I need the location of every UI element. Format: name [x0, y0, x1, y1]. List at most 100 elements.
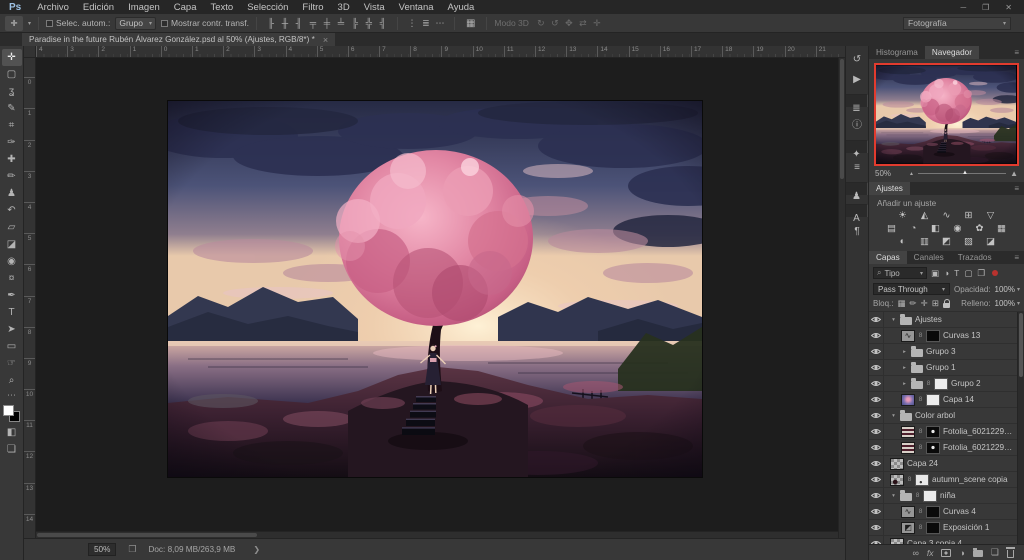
- lock-all-icon[interactable]: [943, 303, 950, 308]
- adjustment-icon[interactable]: ◧: [929, 223, 942, 234]
- expand-arrow-icon[interactable]: [901, 349, 908, 355]
- adjustment-icon[interactable]: ▨: [962, 236, 975, 247]
- visibility-eye-icon[interactable]: [869, 360, 884, 375]
- mode-3d-icon[interactable]: ↺: [548, 18, 562, 29]
- align-icon[interactable]: ╫: [278, 18, 292, 28]
- panel-actions-icon[interactable]: ▶: [846, 74, 868, 85]
- edit-toolbar-icon[interactable]: ⋯: [7, 389, 16, 401]
- layer-name[interactable]: Fotolia_60212296_L copia: [943, 427, 1016, 436]
- visibility-eye-icon[interactable]: [869, 344, 884, 359]
- mask-link-icon[interactable]: 8: [918, 332, 923, 339]
- visibility-eye-icon[interactable]: [869, 408, 884, 423]
- layer-thumbnail[interactable]: [901, 426, 915, 438]
- mask-link-icon[interactable]: 8: [918, 508, 923, 515]
- layer-fotolia-copia[interactable]: 8 Fotolia_60212296_L copia: [869, 424, 1024, 440]
- blend-mode-dropdown[interactable]: Pass Through: [873, 283, 950, 295]
- visibility-eye-icon[interactable]: [869, 488, 884, 503]
- add-layer-mask-icon[interactable]: [941, 549, 951, 557]
- checkbox-icon[interactable]: [46, 20, 53, 27]
- tool-lasso[interactable]: ʓ: [2, 83, 22, 100]
- adjustment-icon[interactable]: ◭: [918, 210, 931, 221]
- mask-link-icon[interactable]: 8: [918, 524, 923, 531]
- expand-arrow-icon[interactable]: [901, 381, 908, 387]
- tab-ajustes[interactable]: Ajustes: [869, 182, 910, 195]
- layer-thumbnail[interactable]: [900, 413, 912, 421]
- layer-mask-thumbnail[interactable]: [926, 442, 940, 454]
- mask-link-icon[interactable]: 8: [918, 396, 923, 403]
- visibility-eye-icon[interactable]: [869, 424, 884, 439]
- layer-thumbnail[interactable]: [901, 506, 915, 518]
- navigator-proxy-view[interactable]: [874, 63, 1019, 166]
- slider-thumb[interactable]: ▲: [962, 170, 968, 176]
- layer-name[interactable]: Ajustes: [915, 315, 1016, 324]
- layer-name[interactable]: Capa 24: [907, 459, 1016, 468]
- visibility-eye-icon[interactable]: [869, 456, 884, 471]
- layer-thumbnail[interactable]: [900, 317, 912, 325]
- layer-mask-thumbnail[interactable]: [926, 394, 940, 406]
- tool-shape[interactable]: ▭: [2, 338, 22, 355]
- panel-history-icon[interactable]: ↺: [846, 54, 868, 65]
- panel-properties-icon[interactable]: ≣: [846, 94, 868, 107]
- tool-blur[interactable]: ◉: [2, 253, 22, 270]
- tab-close-icon[interactable]: ×: [323, 35, 328, 45]
- tool-pen[interactable]: ✒: [2, 287, 22, 304]
- layer-grupo-3[interactable]: 8 Grupo 3: [869, 344, 1024, 360]
- document-viewport[interactable]: [36, 58, 845, 538]
- navigator-zoom-value[interactable]: 50%: [875, 169, 891, 178]
- layer-curvas-13[interactable]: 8 Curvas 13: [869, 328, 1024, 344]
- checkbox-icon[interactable]: [161, 20, 168, 27]
- layers-scrollbar[interactable]: [1017, 312, 1024, 544]
- panel-paragraph-icon[interactable]: ¶: [846, 226, 868, 237]
- panel-clone-source-icon[interactable]: ♟: [846, 182, 868, 195]
- layer-grupo-1[interactable]: 8 Grupo 1: [869, 360, 1024, 376]
- visibility-eye-icon[interactable]: [869, 440, 884, 455]
- layer-name[interactable]: Fotolia_60212296_L: [943, 443, 1016, 452]
- auto-select-dropdown[interactable]: Grupo: [115, 17, 156, 30]
- layer-mask-thumbnail[interactable]: [926, 522, 940, 534]
- layer-exposicion-1[interactable]: 8 Exposición 1: [869, 520, 1024, 536]
- foreground-color-swatch[interactable]: [3, 405, 14, 416]
- tab-trazados[interactable]: Trazados: [951, 251, 999, 264]
- align-icon[interactable]: ╧: [334, 18, 348, 28]
- align-icon[interactable]: ╤: [306, 18, 320, 28]
- panel-info-icon[interactable]: ⓘ: [846, 116, 868, 131]
- expand-arrow-icon[interactable]: [901, 365, 908, 371]
- visibility-eye-icon[interactable]: [869, 312, 884, 327]
- layer-curvas-4[interactable]: 8 Curvas 4: [869, 504, 1024, 520]
- tool-zoom[interactable]: ⌕: [2, 372, 22, 389]
- tool-healing-brush[interactable]: ✚: [2, 151, 22, 168]
- adjustment-icon[interactable]: ∿: [940, 210, 953, 221]
- align-icon[interactable]: ╬: [362, 18, 376, 28]
- doc-info-icon[interactable]: ❒: [128, 544, 136, 555]
- show-transform-checkbox[interactable]: Mostrar contr. transf.: [161, 18, 249, 28]
- new-group-icon[interactable]: [973, 550, 983, 557]
- ruler-origin[interactable]: [24, 46, 36, 58]
- navigator-zoom-slider[interactable]: ▲: [918, 173, 1006, 174]
- fill-dropdown[interactable]: 100%: [995, 299, 1020, 308]
- mode-3d-icon[interactable]: ↻: [534, 18, 548, 29]
- tool-gradient[interactable]: ◪: [2, 236, 22, 253]
- color-swatches[interactable]: [3, 405, 20, 422]
- mask-link-icon[interactable]: 8: [926, 380, 931, 387]
- layer-mask-thumbnail[interactable]: [915, 474, 929, 486]
- tool-type[interactable]: T: [2, 304, 22, 321]
- layer-name[interactable]: Curvas 4: [943, 507, 1016, 516]
- tab-navegador[interactable]: Navegador: [925, 46, 979, 59]
- layer-ajustes[interactable]: 8 Ajustes: [869, 312, 1024, 328]
- layer-thumbnail[interactable]: [911, 381, 923, 389]
- layer-thumbnail[interactable]: [911, 365, 923, 373]
- zoom-in-icon[interactable]: ▲: [1010, 169, 1018, 178]
- menu-item[interactable]: Filtro: [295, 2, 330, 13]
- tool-hand[interactable]: ☞: [2, 355, 22, 372]
- menu-item[interactable]: Ventana: [392, 2, 441, 13]
- tool-quick-selection[interactable]: ✎: [2, 100, 22, 117]
- menu-item[interactable]: Capa: [167, 2, 204, 13]
- workspace-dropdown[interactable]: Fotografía: [903, 17, 1011, 30]
- align-icon[interactable]: ╪: [320, 18, 334, 28]
- status-menu-chevron-icon[interactable]: ❯: [253, 545, 260, 554]
- adjustment-icon[interactable]: ◩: [940, 236, 953, 247]
- adjustment-icon[interactable]: ✿: [973, 223, 986, 234]
- tab-canales[interactable]: Canales: [907, 251, 951, 264]
- expand-arrow-icon[interactable]: [890, 493, 897, 499]
- menu-item[interactable]: 3D: [331, 2, 357, 13]
